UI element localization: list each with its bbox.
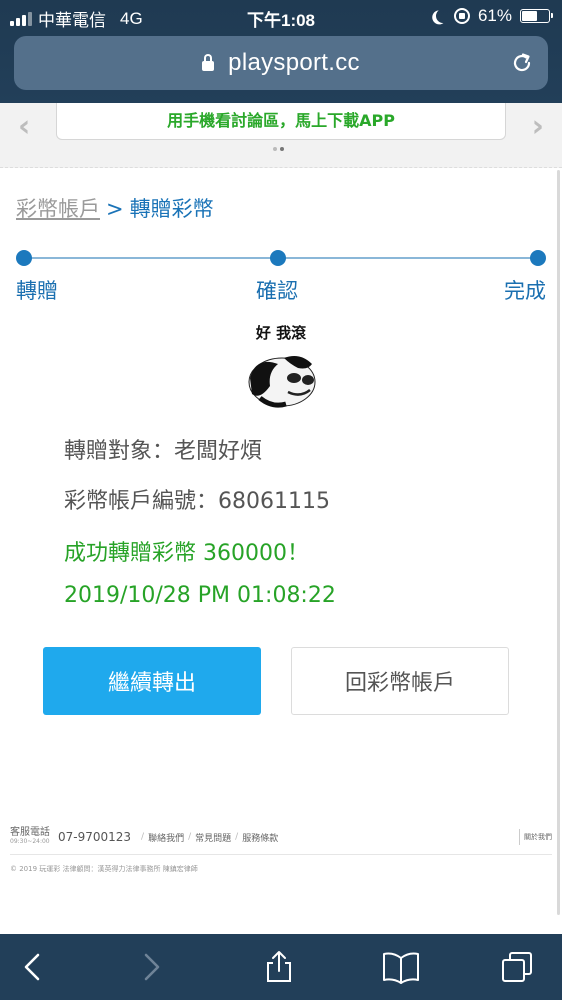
copyright: © 2019 玩運彩 法律顧問：漢英得力法律事務所 陳鎮宏律師: [10, 865, 198, 873]
cs-phone[interactable]: 07-9700123: [58, 830, 131, 844]
footer-link-faq[interactable]: 常見問題: [195, 831, 231, 844]
success-message: 成功轉贈彩幣 360000！: [64, 541, 309, 566]
customer-service: 客服電話 09:30~24:00: [10, 828, 50, 846]
address-bar[interactable]: playsport.cc: [14, 36, 548, 90]
step-dot: [270, 250, 286, 266]
footer-divider: [10, 854, 552, 855]
tabs-icon[interactable]: [500, 950, 534, 984]
page-scrollbar[interactable]: [557, 170, 560, 915]
progress-steps: 轉贈 確認 完成: [16, 250, 546, 310]
panda-face-drawing: [248, 356, 316, 408]
continue-transfer-button[interactable]: 繼續轉出: [43, 647, 261, 715]
footer-link-about[interactable]: 關於我們: [519, 829, 552, 845]
step-dot: [530, 250, 546, 266]
browser-chrome: 中華電信 4G 下午1:08 61% playsport.cc: [0, 0, 562, 103]
banner-prev-icon[interactable]: ‹: [18, 109, 30, 144]
orientation-lock-icon: [453, 8, 470, 24]
back-to-account-button[interactable]: 回彩幣帳戶: [291, 647, 509, 715]
account-number-text: 彩幣帳戶編號：68061115: [64, 489, 330, 514]
app-download-banner[interactable]: 用手機看討論區，馬上下載APP: [56, 103, 506, 140]
step-label-complete: 完成: [504, 279, 546, 303]
bookmarks-icon[interactable]: [382, 950, 420, 984]
share-icon[interactable]: [262, 950, 296, 984]
site-footer: 客服電話 09:30~24:00 07-9700123 / 聯絡我們 / 常見問…: [10, 827, 552, 873]
breadcrumb: 彩幣帳戶 > 轉贈彩幣: [16, 193, 214, 223]
cs-hours: 09:30~24:00: [10, 838, 50, 845]
browser-toolbar: [0, 934, 562, 1000]
battery-icon: [520, 9, 553, 23]
reload-icon[interactable]: [510, 51, 534, 75]
breadcrumb-separator: >: [106, 197, 124, 221]
transfer-timestamp: 2019/10/28 PM 01:08:22: [64, 583, 336, 608]
status-bar: 中華電信 4G 下午1:08 61%: [0, 0, 562, 34]
meme-image: 好 我滾: [238, 320, 324, 412]
app-banner-carousel: ‹ 用手機看討論區，馬上下載APP ›: [0, 103, 562, 168]
step-label-confirm: 確認: [256, 279, 298, 303]
cs-label: 客服電話: [10, 827, 50, 838]
breadcrumb-home-link[interactable]: 彩幣帳戶: [16, 197, 100, 221]
breadcrumb-current: 轉贈彩幣: [129, 197, 214, 221]
forward-icon[interactable]: [134, 950, 168, 984]
moon-icon: [434, 7, 452, 25]
back-icon[interactable]: [16, 950, 50, 984]
step-label-transfer: 轉贈: [16, 279, 58, 303]
footer-link-contact[interactable]: 聯絡我們: [148, 831, 184, 844]
battery-percent: 61%: [477, 6, 512, 25]
lock-icon: [202, 54, 215, 71]
banner-next-icon[interactable]: ›: [532, 109, 544, 144]
footer-link-terms[interactable]: 服務條款: [242, 831, 278, 844]
step-dot: [16, 250, 32, 266]
carousel-dots: [273, 147, 284, 151]
recipient-text: 轉贈對象：老闆好煩: [64, 439, 263, 464]
url-text: playsport.cc: [228, 49, 360, 76]
